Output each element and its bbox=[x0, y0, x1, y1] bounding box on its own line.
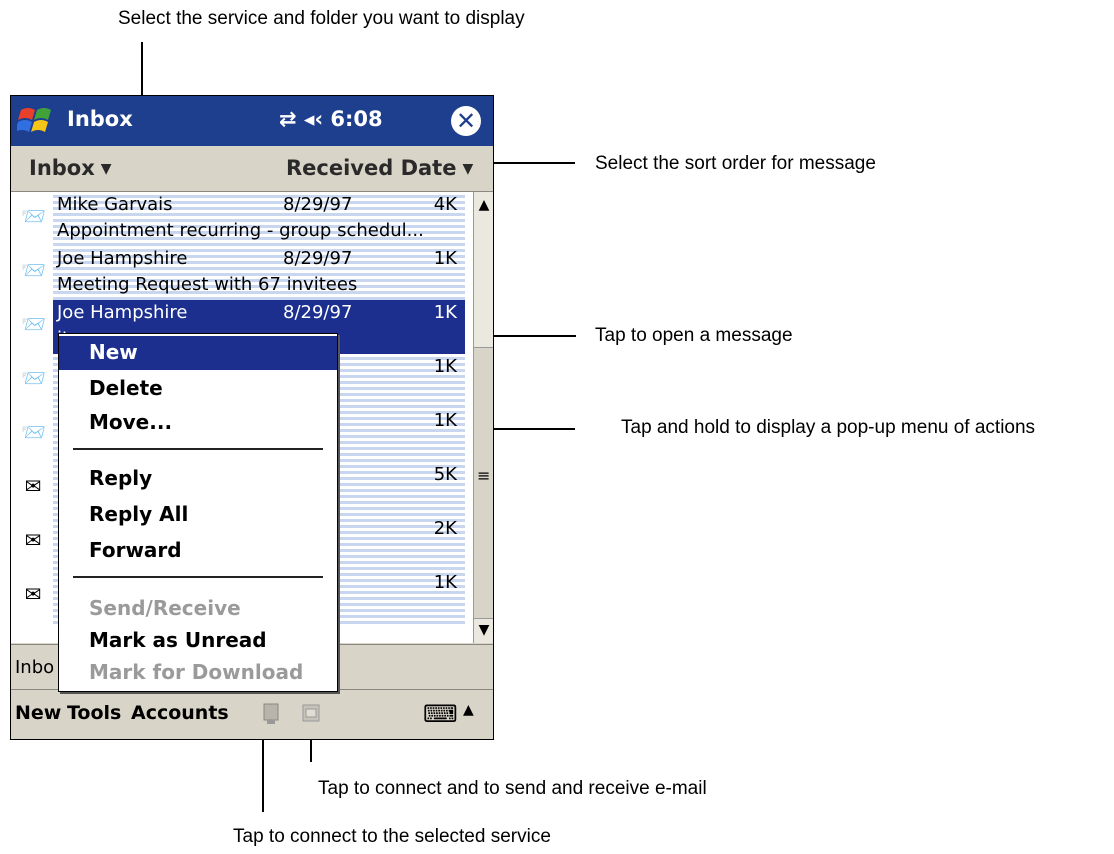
folder-sort-bar: Inbox ▼ Received Date ▼ bbox=[11, 146, 493, 192]
folder-dropdown[interactable]: Inbox ▼ bbox=[29, 156, 112, 180]
message-subject: Appointment recurring - group schedul... bbox=[57, 220, 424, 241]
menu-item-delete[interactable]: Delete bbox=[89, 376, 163, 400]
chevron-down-icon: ▼ bbox=[462, 161, 474, 177]
callout-send-receive: Tap to connect and to send and receive e… bbox=[318, 778, 707, 799]
scroll-up-icon[interactable]: ▲ bbox=[474, 192, 493, 218]
menu-separator bbox=[73, 576, 323, 578]
connectivity-volume-clock[interactable]: ⇄ ◂‹ 6:08 bbox=[279, 107, 383, 131]
start-menu-icon[interactable] bbox=[15, 104, 55, 138]
scrollbar-thumb[interactable]: ≡ bbox=[474, 347, 493, 619]
scrollbar[interactable]: ▲ ≡ ▼ bbox=[473, 192, 493, 643]
input-panel-arrow-icon[interactable]: ▲ bbox=[463, 702, 474, 718]
callout-select-service: Select the service and folder you want t… bbox=[118, 8, 525, 29]
message-sender: Joe Hampshire bbox=[57, 302, 188, 323]
message-row[interactable]: 📨 Mike Garvais 8/29/97 4K Appointment re… bbox=[11, 192, 473, 246]
message-sender: Mike Garvais bbox=[57, 194, 173, 215]
callout-connect-service: Tap to connect to the selected service bbox=[233, 826, 551, 847]
menu-item-reply-all[interactable]: Reply All bbox=[89, 502, 188, 526]
envelope-icon: ✉ bbox=[24, 582, 42, 606]
message-sender: Joe Hampshire bbox=[57, 248, 188, 269]
meeting-request-icon: 📨 bbox=[21, 204, 46, 228]
menu-item-forward[interactable]: Forward bbox=[89, 538, 182, 562]
menu-item-send-receive: Send/Receive bbox=[89, 596, 241, 620]
meeting-request-icon: 📨 bbox=[21, 420, 46, 444]
message-size: 2K bbox=[433, 518, 457, 539]
meeting-request-icon: 📨 bbox=[21, 366, 46, 390]
menu-separator bbox=[73, 448, 323, 450]
keyboard-icon[interactable]: ⌨ bbox=[423, 700, 458, 728]
menu-item-new[interactable]: New bbox=[59, 336, 337, 370]
grip-icon: ≡ bbox=[477, 466, 491, 485]
envelope-icon: ✉ bbox=[24, 474, 42, 498]
scroll-down-icon[interactable]: ▼ bbox=[474, 617, 493, 643]
message-subject: Meeting Request with 67 invitees bbox=[57, 274, 358, 295]
callout-sort-order: Select the sort order for message bbox=[595, 153, 876, 174]
close-icon[interactable]: ✕ bbox=[451, 106, 481, 136]
menu-new[interactable]: New bbox=[15, 702, 61, 724]
sort-label: Received Date bbox=[286, 156, 457, 180]
send-receive-icon[interactable] bbox=[301, 702, 323, 726]
message-size: 1K bbox=[433, 248, 457, 269]
envelope-icon: ✉ bbox=[24, 528, 42, 552]
callout-popup-menu: Tap and hold to display a pop-up menu of… bbox=[621, 417, 1036, 438]
menu-item-mark-download: Mark for Download bbox=[89, 660, 304, 684]
meeting-request-icon: 📨 bbox=[21, 312, 46, 336]
menu-item-mark-unread[interactable]: Mark as Unread bbox=[89, 628, 267, 652]
menu-bar: New Tools Accounts ⌨ ▲ bbox=[11, 689, 493, 739]
message-size: 5K bbox=[433, 464, 457, 485]
connect-icon[interactable] bbox=[261, 702, 283, 726]
message-size: 1K bbox=[433, 356, 457, 377]
message-size: 1K bbox=[433, 572, 457, 593]
message-row[interactable]: 📨 Joe Hampshire 8/29/97 1K Meeting Reque… bbox=[11, 246, 473, 300]
folder-label: Inbox bbox=[29, 156, 95, 180]
message-date: 8/29/97 bbox=[283, 302, 353, 323]
message-size: 1K bbox=[433, 302, 457, 323]
message-size: 1K bbox=[433, 410, 457, 431]
menu-tools[interactable]: Tools bbox=[67, 702, 121, 724]
callout-open-message: Tap to open a message bbox=[595, 325, 793, 346]
app-title: Inbox bbox=[67, 107, 133, 131]
menu-accounts[interactable]: Accounts bbox=[131, 702, 229, 724]
menu-item-reply[interactable]: Reply bbox=[89, 466, 152, 490]
pocket-pc-screen: Inbox ⇄ ◂‹ 6:08 ✕ Inbox ▼ Received Date ▼ … bbox=[10, 95, 494, 740]
meeting-request-icon: 📨 bbox=[21, 258, 46, 282]
sort-dropdown[interactable]: Received Date ▼ bbox=[286, 156, 473, 180]
chevron-down-icon: ▼ bbox=[100, 161, 112, 177]
popup-menu: New Delete Move... Reply Reply All Forwa… bbox=[58, 333, 338, 692]
message-size: 4K bbox=[433, 194, 457, 215]
status-text: Inbo bbox=[15, 657, 55, 678]
message-date: 8/29/97 bbox=[283, 248, 353, 269]
title-bar: Inbox ⇄ ◂‹ 6:08 ✕ bbox=[11, 96, 493, 146]
menu-item-move[interactable]: Move... bbox=[89, 410, 172, 434]
message-date: 8/29/97 bbox=[283, 194, 353, 215]
